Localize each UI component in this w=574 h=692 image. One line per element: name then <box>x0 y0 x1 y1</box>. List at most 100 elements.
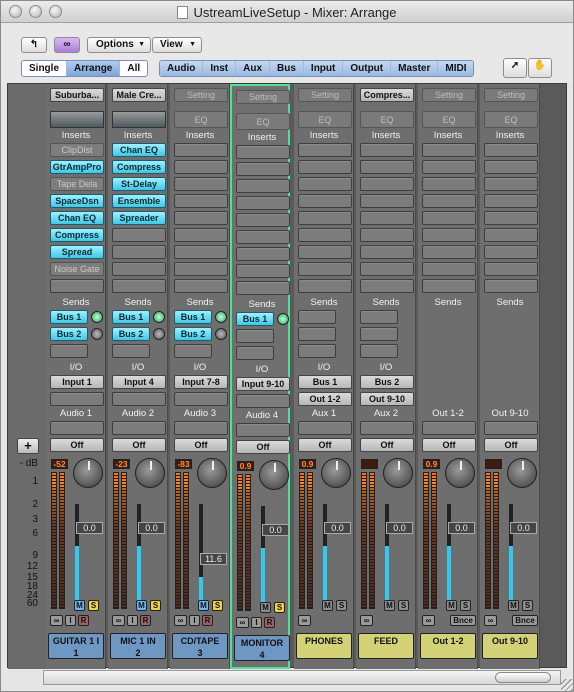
fader-value[interactable]: 0.0 <box>138 522 165 534</box>
input-monitor-button[interactable]: I <box>65 615 76 626</box>
eq-button[interactable]: EQ <box>422 111 476 128</box>
record-enable-button[interactable]: R <box>264 617 275 628</box>
eq-button[interactable]: EQ <box>360 111 414 128</box>
solo-button[interactable]: S <box>398 600 409 611</box>
track-name-label[interactable]: CD/TAPE 3 <box>172 633 228 659</box>
group-slot[interactable] <box>422 421 476 435</box>
insert-slot-empty[interactable] <box>298 177 352 191</box>
stereo-link-icon[interactable]: ∞ <box>360 615 373 626</box>
mute-button[interactable]: M <box>446 600 457 611</box>
insert-slot[interactable]: Ensemble <box>112 194 166 208</box>
send-slot-empty[interactable] <box>360 327 398 341</box>
group-slot[interactable] <box>236 423 290 437</box>
view-mode-all[interactable]: All <box>120 61 147 76</box>
input-slot[interactable]: Bus 1 <box>298 375 352 389</box>
filter-audio[interactable]: Audio <box>160 61 204 76</box>
filter-bus[interactable]: Bus <box>270 61 304 76</box>
peak-level-display[interactable] <box>361 459 378 469</box>
solo-button[interactable]: S <box>88 600 99 611</box>
send-slot[interactable]: Bus 2 <box>112 327 150 341</box>
automation-mode-button[interactable]: Off <box>484 438 538 452</box>
insert-slot-empty[interactable] <box>174 194 228 208</box>
automation-mode-button[interactable]: Off <box>112 438 166 452</box>
group-slot[interactable] <box>50 421 104 435</box>
peak-level-display[interactable]: 0.9 <box>299 459 316 469</box>
track-name-label[interactable]: MONITOR 4 <box>234 635 290 661</box>
send-slot[interactable]: Bus 1 <box>174 310 212 324</box>
setting-button[interactable]: Suburba... <box>50 88 104 102</box>
insert-slot-empty[interactable] <box>112 262 166 276</box>
group-slot[interactable] <box>298 421 352 435</box>
insert-slot-empty[interactable] <box>236 230 290 244</box>
send-level-knob[interactable] <box>153 311 165 323</box>
send-slot-empty[interactable] <box>174 344 212 358</box>
insert-slot-empty[interactable] <box>360 194 414 208</box>
track-name-label[interactable]: GUITAR 1 I 1 <box>48 633 104 659</box>
pan-knob[interactable] <box>135 458 165 488</box>
eq-button[interactable]: EQ <box>236 113 290 130</box>
insert-slot-empty[interactable] <box>174 211 228 225</box>
insert-slot[interactable]: ClipDist <box>50 143 104 157</box>
input-slot[interactable]: Input 1 <box>50 375 104 389</box>
insert-slot-empty[interactable] <box>484 160 538 174</box>
insert-slot-empty[interactable] <box>112 228 166 242</box>
record-enable-button[interactable]: R <box>140 615 151 626</box>
input-slot[interactable]: Bus 2 <box>360 375 414 389</box>
insert-slot[interactable]: Spreader <box>112 211 166 225</box>
send-slot-empty[interactable] <box>360 310 398 324</box>
insert-slot-empty[interactable] <box>484 262 538 276</box>
automation-mode-button[interactable]: Off <box>422 438 476 452</box>
record-enable-button[interactable]: R <box>202 615 213 626</box>
fader-value[interactable]: 0.0 <box>262 524 289 536</box>
mute-button[interactable]: M <box>322 600 333 611</box>
pan-knob[interactable] <box>321 458 351 488</box>
fader-value[interactable]: 0.0 <box>448 522 475 534</box>
send-slot-empty[interactable] <box>360 344 398 358</box>
automation-mode-button[interactable]: Off <box>298 438 352 452</box>
solo-button[interactable]: S <box>522 600 533 611</box>
channel-eq-thumbnail[interactable] <box>112 111 166 128</box>
peak-level-display[interactable] <box>485 459 502 469</box>
stereo-link-icon[interactable]: ∞ <box>174 615 187 626</box>
solo-button[interactable]: S <box>150 600 161 611</box>
insert-slot-empty[interactable] <box>174 228 228 242</box>
stereo-link-icon[interactable]: ∞ <box>422 615 435 626</box>
automation-mode-button[interactable]: Off <box>236 440 290 454</box>
view-mode-arrange[interactable]: Arrange <box>67 61 121 76</box>
automation-mode-button[interactable]: Off <box>50 438 104 452</box>
insert-slot-empty[interactable] <box>484 279 538 293</box>
insert-slot-empty[interactable] <box>298 211 352 225</box>
mute-button[interactable]: M <box>198 600 209 611</box>
pan-knob[interactable] <box>507 458 537 488</box>
view-menu[interactable]: View ▼ <box>152 37 202 53</box>
insert-slot-empty[interactable] <box>484 245 538 259</box>
insert-slot-empty[interactable] <box>360 228 414 242</box>
track-name-label[interactable]: MIC 1 IN 2 <box>110 633 166 659</box>
group-slot[interactable] <box>112 421 166 435</box>
insert-slot-empty[interactable] <box>236 213 290 227</box>
output-slot-empty[interactable] <box>50 392 104 406</box>
pan-knob[interactable] <box>383 458 413 488</box>
input-slot[interactable]: Input 7-8 <box>174 375 228 389</box>
insert-slot-empty[interactable] <box>422 160 476 174</box>
insert-slot-empty[interactable] <box>422 245 476 259</box>
insert-slot[interactable]: Spread <box>50 245 104 259</box>
send-level-knob[interactable] <box>215 328 227 340</box>
solo-button[interactable]: S <box>212 600 223 611</box>
fader-value[interactable]: 0.0 <box>386 522 413 534</box>
options-menu[interactable]: Options ▼ <box>87 37 151 53</box>
insert-slot-empty[interactable] <box>298 194 352 208</box>
automation-mode-button[interactable]: Off <box>174 438 228 452</box>
filter-input[interactable]: Input <box>303 61 344 76</box>
link-icon[interactable]: ∞ <box>54 37 80 53</box>
peak-level-display[interactable]: 0.9 <box>237 461 254 471</box>
insert-slot-empty[interactable] <box>422 228 476 242</box>
view-mode-single[interactable]: Single <box>22 61 68 76</box>
eq-button[interactable]: EQ <box>174 111 228 128</box>
send-slot[interactable]: Bus 1 <box>50 310 88 324</box>
mute-button[interactable]: M <box>260 602 271 613</box>
send-level-knob[interactable] <box>215 311 227 323</box>
stereo-link-icon[interactable]: ∞ <box>112 615 125 626</box>
channel-eq-thumbnail[interactable] <box>50 111 104 128</box>
mute-button[interactable]: M <box>384 600 395 611</box>
